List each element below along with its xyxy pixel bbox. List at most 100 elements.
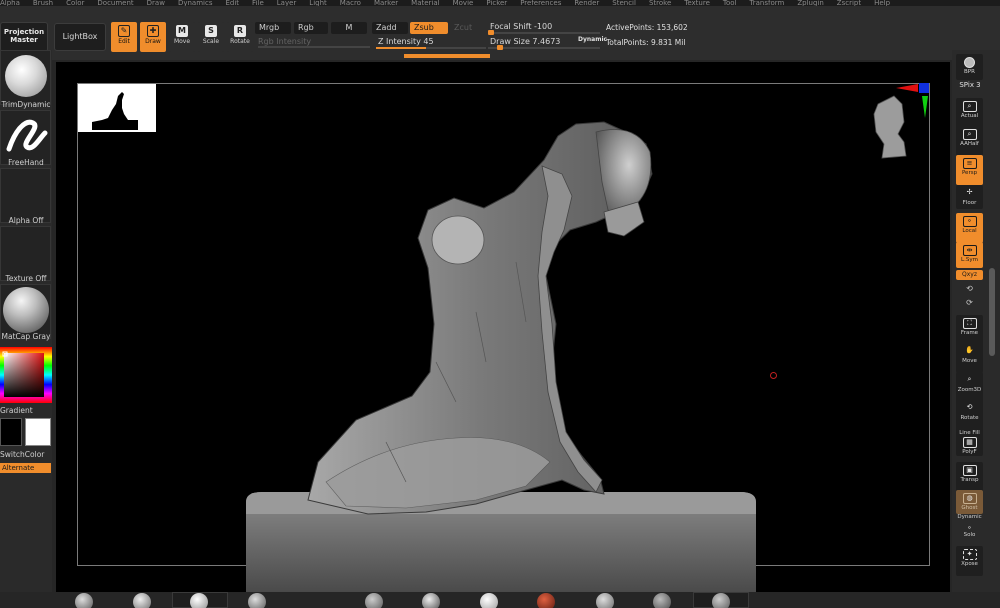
kneeling-figure-sculpture: [307, 121, 653, 515]
rotate-button[interactable]: R Rotate: [227, 22, 253, 52]
menu-item[interactable]: Color: [66, 0, 84, 6]
edit-button[interactable]: ✎ Edit: [111, 22, 137, 52]
switch-color-button[interactable]: SwitchColor: [0, 450, 44, 459]
stroke-selector[interactable]: [0, 110, 51, 165]
material-thumb-icon[interactable]: [480, 593, 498, 608]
material-thumb-icon[interactable]: [75, 593, 93, 608]
zadd-button[interactable]: Zadd: [372, 22, 408, 34]
primary-color-swatch[interactable]: [25, 418, 51, 446]
xpose-button[interactable]: ✦ Xpose: [956, 546, 983, 576]
xyz-button[interactable]: Qxyz: [956, 270, 983, 280]
gradient-toggle[interactable]: Gradient: [0, 406, 33, 415]
menu-item[interactable]: Picker: [486, 0, 507, 6]
lsym-button[interactable]: ⇹ L.Sym: [956, 242, 983, 268]
menu-item[interactable]: Light: [309, 0, 326, 6]
menu-item[interactable]: Zplugin: [797, 0, 823, 6]
alpha-selector[interactable]: [0, 168, 51, 223]
scale-button[interactable]: S Scale: [198, 22, 224, 52]
menu-item[interactable]: Render: [574, 0, 599, 6]
projection-master-button[interactable]: Projection Master: [0, 22, 48, 52]
material-selector[interactable]: [0, 284, 51, 339]
zoom3d-button[interactable]: ⌕ Zoom3D: [956, 372, 983, 402]
menu-item[interactable]: Stroke: [649, 0, 671, 6]
brush-selector[interactable]: [0, 50, 51, 105]
freehand-stroke-icon: [6, 119, 48, 152]
actual-button[interactable]: ⌕ Actual: [956, 98, 983, 128]
menu-item[interactable]: Alpha: [0, 0, 20, 6]
menu-item[interactable]: Help: [874, 0, 890, 6]
material-thumb-icon[interactable]: [133, 593, 151, 608]
z-intensity-slider[interactable]: Z Intensity 45: [378, 37, 434, 46]
right-shelf-scrollbar[interactable]: [989, 268, 995, 356]
rgb-intensity-slider[interactable]: Rgb Intensity: [258, 37, 311, 46]
lightbox-button[interactable]: LightBox: [54, 23, 106, 51]
local-button[interactable]: ⚬ Local: [956, 213, 983, 243]
alternate-button[interactable]: Alternate: [0, 463, 51, 473]
menu-item[interactable]: Draw: [147, 0, 165, 6]
bpr-button[interactable]: BPR: [956, 54, 983, 80]
material-thumb-icon[interactable]: [653, 593, 671, 608]
material-thumb-icon[interactable]: [712, 593, 730, 608]
aahalf-button[interactable]: ⌕ AAHalf: [956, 126, 983, 156]
menu-item[interactable]: Preferences: [520, 0, 561, 6]
material-thumb-icon[interactable]: [190, 593, 208, 608]
m-button[interactable]: M: [331, 22, 367, 34]
transp-button[interactable]: ▣ Transp: [956, 462, 983, 492]
solo-label: Solo: [963, 532, 976, 538]
rotate-axis-2-icon[interactable]: ⟳: [956, 298, 983, 310]
actual-label: Actual: [960, 113, 979, 119]
solo-button[interactable]: ⚬ Solo: [956, 524, 983, 542]
rotate-view-button[interactable]: ⟲ Rotate: [956, 400, 983, 430]
focal-shift-slider[interactable]: Focal Shift -100: [490, 22, 552, 31]
menu-item[interactable]: Macro: [340, 0, 361, 6]
material-thumb-icon[interactable]: [537, 593, 555, 608]
actual-icon: ⌕: [962, 101, 977, 112]
pedestal-base: [246, 492, 756, 592]
mrgb-button[interactable]: Mrgb: [255, 22, 291, 34]
material-thumb-icon[interactable]: [422, 593, 440, 608]
focal-shift-knob[interactable]: [488, 30, 494, 35]
sculpture-viewport[interactable]: [56, 62, 950, 592]
frame-button[interactable]: ⛶ Frame: [956, 315, 983, 345]
secondary-color-swatch[interactable]: [0, 418, 22, 446]
material-thumb-icon[interactable]: [365, 593, 383, 608]
menu-item[interactable]: Layer: [277, 0, 297, 6]
material-thumb-icon[interactable]: [596, 593, 614, 608]
floor-button[interactable]: ✢ Floor: [956, 185, 983, 209]
menu-item[interactable]: File: [252, 0, 264, 6]
menu-item[interactable]: Texture: [684, 0, 710, 6]
dynamic-toggle[interactable]: Dynamic: [578, 36, 607, 43]
menu-item[interactable]: Material: [411, 0, 439, 6]
menu-item[interactable]: Marker: [374, 0, 398, 6]
menu-item[interactable]: Document: [97, 0, 133, 6]
persp-button[interactable]: ≡ Persp: [956, 155, 983, 185]
draw-size-knob[interactable]: [497, 45, 503, 50]
zcut-button[interactable]: Zcut: [450, 22, 480, 34]
rotate-axis-icon[interactable]: ⟲: [956, 284, 983, 296]
draw-size-track[interactable]: [488, 47, 600, 49]
projection-master-label-1: Projection: [3, 28, 45, 36]
move-view-button[interactable]: ✋ Move: [956, 343, 983, 373]
rgb-intensity-track[interactable]: [258, 46, 370, 48]
color-picker[interactable]: [0, 347, 52, 403]
rgb-button[interactable]: Rgb: [294, 22, 328, 34]
menu-item[interactable]: Edit: [225, 0, 239, 6]
ghost-button[interactable]: ◍ Ghost: [956, 490, 983, 514]
linefill-button[interactable]: Line Fill ▦ PolyF: [956, 428, 983, 456]
focal-shift-track[interactable]: [488, 32, 600, 34]
z-intensity-fill: [376, 47, 426, 49]
menu-item[interactable]: Brush: [33, 0, 53, 6]
material-thumb-icon[interactable]: [248, 593, 266, 608]
zsub-button[interactable]: Zsub: [410, 22, 448, 34]
texture-selector[interactable]: [0, 226, 51, 281]
menu-item[interactable]: Dynamics: [178, 0, 213, 6]
menu-item[interactable]: Tool: [723, 0, 737, 6]
menu-item[interactable]: Zscript: [837, 0, 861, 6]
move-button[interactable]: M Move: [169, 22, 195, 52]
draw-button[interactable]: ✚ Draw: [140, 22, 166, 52]
spix-slider[interactable]: SPix 3: [956, 81, 984, 89]
menu-item[interactable]: Transform: [750, 0, 785, 6]
menu-item[interactable]: Stencil: [612, 0, 636, 6]
menu-item[interactable]: Movie: [453, 0, 474, 6]
navigation-gizmo[interactable]: [866, 82, 932, 162]
